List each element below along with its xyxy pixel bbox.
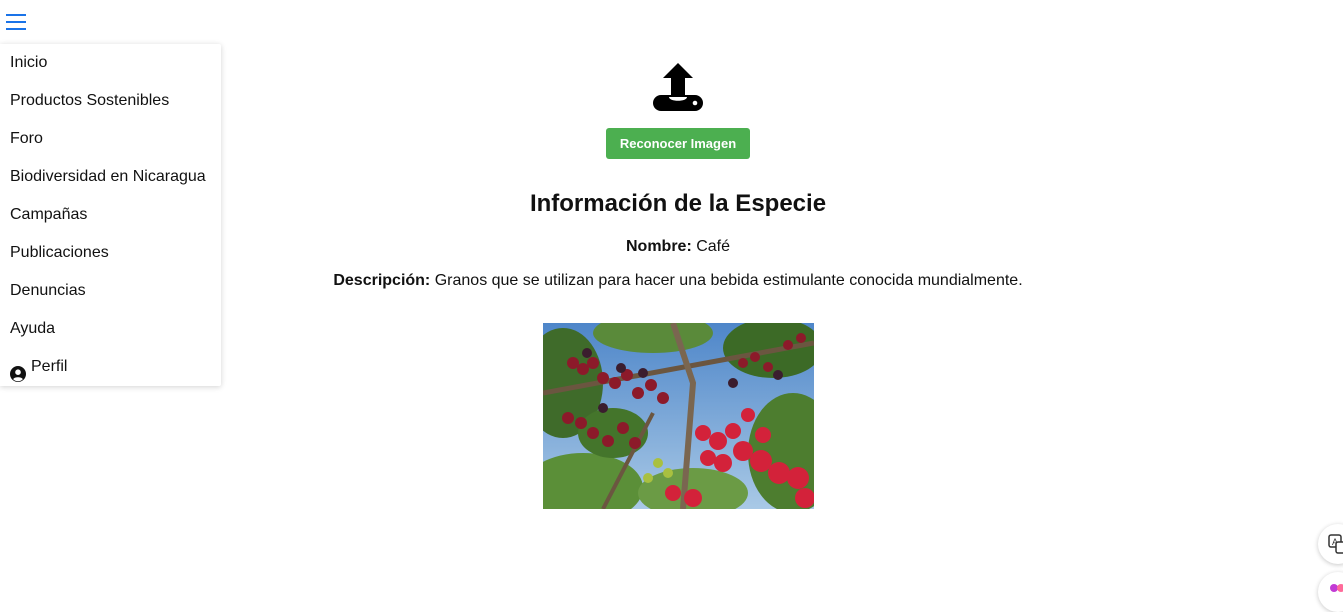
menu-item-foro[interactable]: Foro: [0, 120, 221, 158]
user-circle-icon: [10, 359, 26, 382]
species-description-label: Descripción:: [333, 272, 431, 289]
hamburger-icon[interactable]: [5, 10, 27, 34]
upload-icon[interactable]: [652, 61, 704, 113]
recognize-image-button[interactable]: Reconocer Imagen: [606, 128, 750, 159]
menu-item-productos-sostenibles[interactable]: Productos Sostenibles: [0, 82, 221, 120]
menu-item-perfil[interactable]: Perfil: [0, 348, 221, 386]
translate-icon: A: [1328, 534, 1343, 559]
assistant-icon: [1328, 582, 1343, 607]
species-info-title: Información de la Especie: [529, 190, 827, 217]
menu-item-label: Ayuda: [10, 320, 56, 337]
menu-item-label: Inicio: [10, 54, 48, 71]
menu-item-label: Perfil: [31, 358, 68, 375]
species-description-value: Granos que se utilizan para hacer una be…: [434, 272, 1023, 289]
menu-item-inicio[interactable]: Inicio: [0, 44, 221, 82]
menu-item-label: Foro: [10, 130, 43, 147]
species-name-value: Café: [696, 238, 731, 255]
translate-button[interactable]: A: [1318, 524, 1343, 564]
menu-item-label: Productos Sostenibles: [10, 92, 170, 109]
menu-item-ayuda[interactable]: Ayuda: [0, 310, 221, 348]
species-description: Descripción: Granos que se utilizan para…: [0, 272, 1343, 290]
assistant-button[interactable]: [1318, 572, 1343, 612]
species-name-label: Nombre:: [625, 238, 692, 255]
species-name: Nombre: Café: [0, 238, 1343, 256]
species-photo: [543, 323, 814, 509]
